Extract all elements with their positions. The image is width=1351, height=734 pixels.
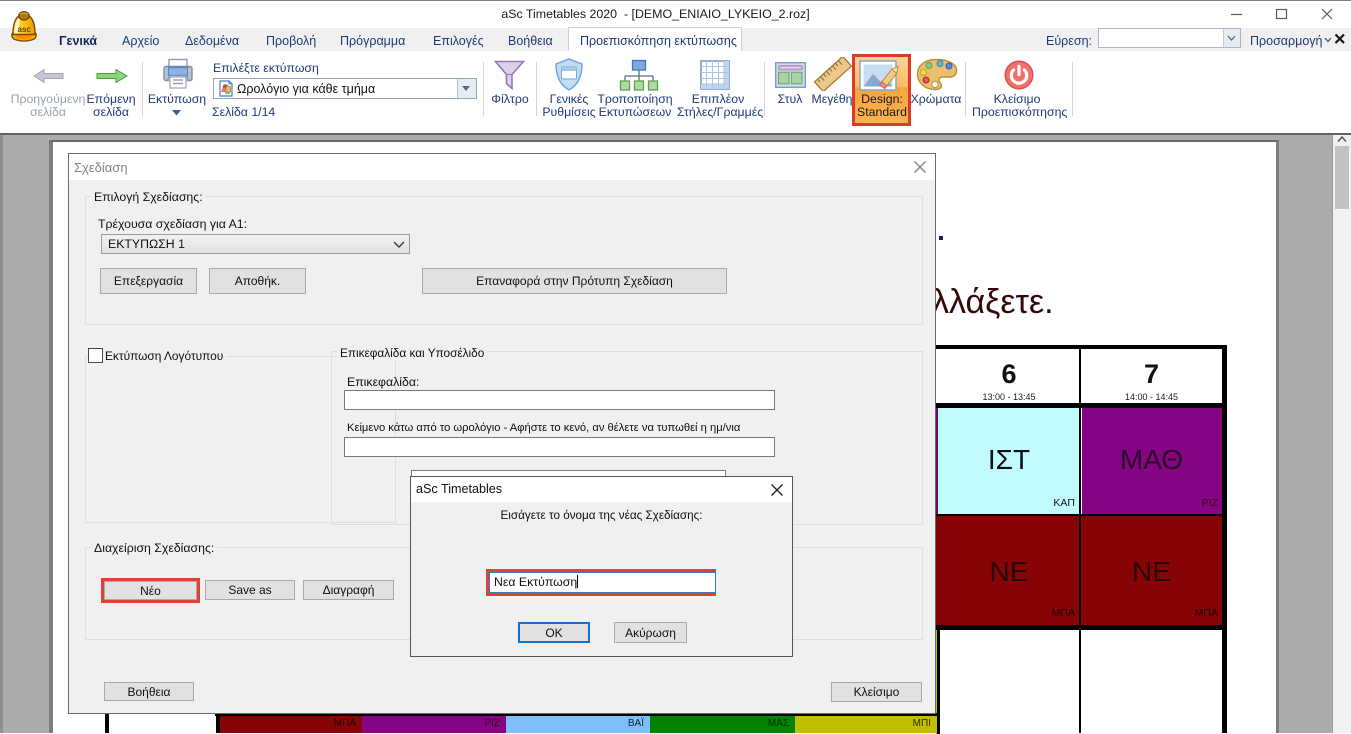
svg-text:asc: asc: [18, 25, 32, 34]
